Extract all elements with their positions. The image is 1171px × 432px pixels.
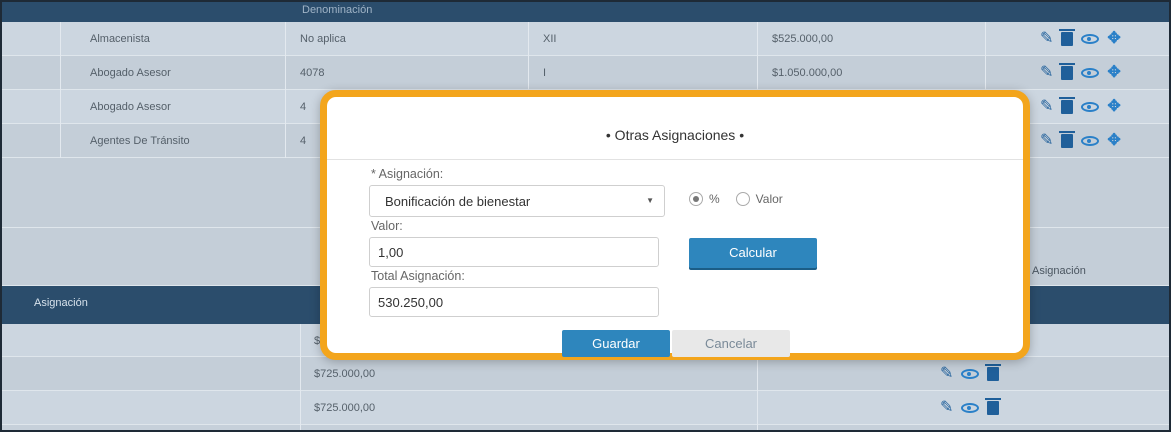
total-asignacion-label: Total Asignación: [371,269,465,283]
valor-input[interactable]: 1,00 [369,237,659,267]
eye-icon[interactable] [1081,136,1100,146]
cell-codigo: 4078 [300,67,325,79]
radio-percent[interactable] [689,192,703,206]
cell-cargo: Abogado Asesor [90,67,171,79]
trash-icon[interactable] [1059,63,1076,80]
pencil-icon[interactable]: ✎ [1040,133,1053,149]
asignacion-select-value: Bonificación de bienestar [385,194,531,209]
row-actions: ✎ ✥ [1040,22,1121,56]
row-actions: ✎ [940,357,1002,391]
trash-icon[interactable] [985,364,1002,381]
move-icon[interactable]: ✥ [1107,65,1120,81]
radio-percent-label: % [709,192,720,206]
pencil-icon[interactable]: ✎ [940,366,953,382]
radio-valor[interactable] [735,192,750,206]
cell-grado: XII [543,33,557,45]
eye-icon[interactable] [1081,102,1100,112]
column-label-asignacion: Asignación [1032,265,1086,277]
table-row[interactable]: Almacenista No aplica XII $525.000,00 ✎ … [2,22,1169,56]
modal-divider [327,159,1023,160]
move-icon[interactable]: ✥ [1107,133,1120,149]
row-actions: ✎ ✥ [1040,56,1121,90]
row-actions: ✎ ✥ [1040,124,1121,158]
cell-codigo: No aplica [300,33,346,45]
trash-icon[interactable] [1059,131,1076,148]
trash-icon[interactable] [1059,29,1076,46]
cancelar-button[interactable]: Cancelar [672,330,790,357]
row-actions: ✎ ✥ [1040,90,1121,124]
tipo-radio-group: % Valor [689,192,783,206]
chevron-down-icon: ▼ [646,196,654,205]
column-divider [60,22,61,158]
cell-valor: $725.000,00 [314,402,376,414]
pencil-icon[interactable]: ✎ [1040,65,1053,81]
eye-icon[interactable] [961,403,980,413]
column-header-denominacion: Denominación [302,4,373,16]
eye-icon[interactable] [1081,34,1100,44]
move-icon[interactable]: ✥ [1107,31,1120,47]
total-asignacion-value: 530.250,00 [378,295,444,310]
cell-codigo: 4 [300,101,307,113]
radio-valor-label: Valor [755,192,783,206]
valor-label: Valor: [371,219,403,233]
section-header-label: Asignación [34,297,88,309]
pencil-icon[interactable]: ✎ [940,400,953,416]
asignacion-select[interactable]: Bonificación de bienestar ▼ [369,185,665,217]
cell-valor: $725.000,00 [314,368,376,380]
guardar-button[interactable]: Guardar [562,330,670,357]
asignacion-label: * Asignación: [371,167,444,181]
cell-codigo: 4 [300,135,307,147]
table-row[interactable]: Abogado Asesor 4078 I $1.050.000,00 ✎ ✥ [2,56,1169,90]
move-icon[interactable]: ✥ [1107,99,1120,115]
table-row[interactable]: $725.000,00 ✎ [2,391,1169,425]
cell-grado: I [543,67,547,79]
total-asignacion-input[interactable]: 530.250,00 [369,287,659,317]
cell-cargo: Almacenista [90,33,150,45]
table-header: Denominación [2,2,1169,22]
trash-icon[interactable] [985,398,1002,415]
row-actions: ✎ [940,391,1002,425]
cell-cargo: Abogado Asesor [90,101,171,113]
pencil-icon[interactable]: ✎ [1040,99,1053,115]
trash-icon[interactable] [1059,97,1076,114]
eye-icon[interactable] [1081,68,1100,78]
cell-salario: $525.000,00 [772,33,834,45]
table-row[interactable]: $725.000,00 ✎ [2,357,1169,391]
cell-cargo: Agentes De Tránsito [90,135,190,147]
modal-title: • Otras Asignaciones • [605,127,745,143]
column-divider [285,22,286,158]
otras-asignaciones-modal: • Otras Asignaciones • * Asignación: Bon… [320,90,1030,360]
column-divider [300,324,301,430]
calcular-button[interactable]: Calcular [689,238,817,268]
cell-salario: $1.050.000,00 [772,67,843,79]
valor-input-value: 1,00 [378,245,404,260]
eye-icon[interactable] [961,369,980,379]
pencil-icon[interactable]: ✎ [1040,31,1053,47]
